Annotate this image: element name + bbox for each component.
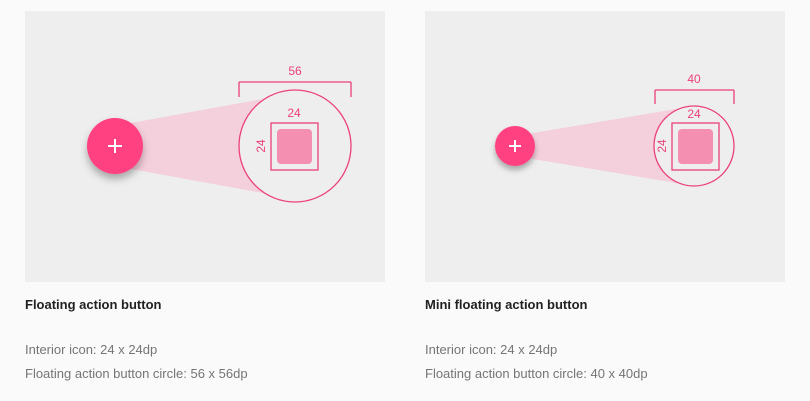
fab-spec-illustration: 56 24 24 xyxy=(87,64,352,203)
icon-width-label: 24 xyxy=(687,107,701,121)
mini-fab-title: Mini floating action button xyxy=(425,297,588,312)
icon-height-label: 24 xyxy=(655,139,669,153)
fab-title: Floating action button xyxy=(25,297,162,312)
mini-fab-detail-circle-size: Floating action button circle: 40 x 40dp xyxy=(425,366,648,381)
icon-height-label: 24 xyxy=(254,139,268,153)
icon-placeholder xyxy=(277,129,312,164)
fab-spec-diagram: 56 24 24 xyxy=(25,11,385,282)
mini-fab-spec-diagram: 40 24 24 xyxy=(425,11,785,282)
circle-size-label: 40 xyxy=(687,72,701,86)
icon-placeholder xyxy=(678,129,713,164)
icon-width-label: 24 xyxy=(287,106,301,120)
mini-fab-spec-illustration: 40 24 24 xyxy=(495,72,735,187)
fab-detail-icon-size: Interior icon: 24 x 24dp xyxy=(25,342,158,357)
fab-detail-circle-size: Floating action button circle: 56 x 56dp xyxy=(25,366,248,381)
width-dimension-bracket xyxy=(654,89,735,104)
mini-fab-detail-icon-size: Interior icon: 24 x 24dp xyxy=(425,342,558,357)
circle-size-label: 56 xyxy=(288,64,302,78)
